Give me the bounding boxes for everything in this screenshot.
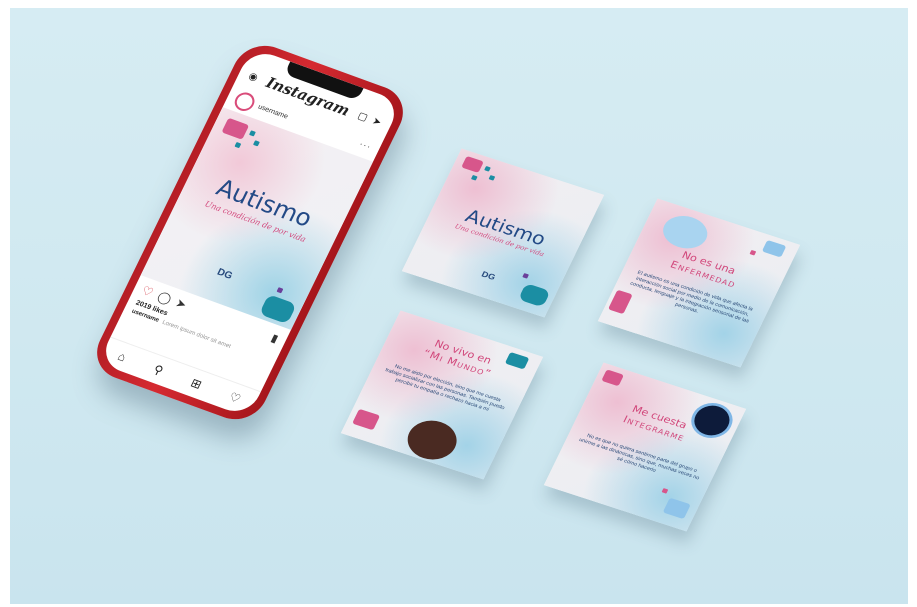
add-icon[interactable]: ⊞ xyxy=(188,376,204,392)
puzzle-piece-icon xyxy=(470,174,478,181)
igtv-icon[interactable]: ▢ xyxy=(356,110,370,123)
post-card-autismo: Autismo Una condición de por vida DG xyxy=(401,148,605,318)
puzzle-piece-icon xyxy=(661,488,669,494)
puzzle-piece-icon xyxy=(662,497,691,520)
puzzle-piece-icon xyxy=(352,408,381,431)
heart-icon[interactable]: ♡ xyxy=(139,283,155,299)
puzzle-piece-icon xyxy=(461,155,484,173)
bookmark-icon[interactable]: ▮ xyxy=(269,331,280,345)
brand-logo: DG xyxy=(480,269,497,282)
puzzle-piece-icon xyxy=(258,294,297,325)
puzzle-piece-icon xyxy=(248,130,256,137)
camera-icon[interactable]: ◉ xyxy=(247,70,260,83)
activity-icon[interactable]: ♡ xyxy=(227,390,243,406)
puzzle-piece-icon xyxy=(749,249,757,256)
puzzle-piece-icon xyxy=(517,283,551,308)
puzzle-piece-icon xyxy=(484,165,491,172)
search-icon[interactable]: ⚲ xyxy=(151,362,165,378)
more-icon[interactable]: ··· xyxy=(358,139,374,152)
character-illustration xyxy=(400,414,464,466)
home-icon[interactable]: ⌂ xyxy=(115,349,128,364)
puzzle-piece-icon xyxy=(761,239,787,258)
bottom-tab-bar: ⌂ ⚲ ⊞ ♡ xyxy=(97,336,262,418)
puzzle-piece-icon xyxy=(488,175,496,181)
avatar[interactable] xyxy=(231,89,258,114)
phone-mockup: ◉ Instagram ▢ ➤ username ··· Autismo Una… xyxy=(86,37,414,428)
puzzle-piece-icon xyxy=(234,141,242,149)
puzzle-piece-icon xyxy=(252,140,260,147)
mockup-scene: ◉ Instagram ▢ ➤ username ··· Autismo Una… xyxy=(10,8,908,604)
post-card-mi-mundo: No vivo en “Mi Mundo” No me aislo por el… xyxy=(340,310,544,480)
puzzle-piece-icon xyxy=(607,289,633,315)
post-card-enfermedad: No es una Enfermedad El autismo es una c… xyxy=(597,198,801,368)
send-icon[interactable]: ➤ xyxy=(370,115,383,128)
puzzle-piece-icon xyxy=(221,117,250,140)
puzzle-piece-icon xyxy=(522,273,529,279)
phone-screen: ◉ Instagram ▢ ➤ username ··· Autismo Una… xyxy=(97,47,403,418)
post-card-integrarme: Me cuesta Integrarme No es que no quiera… xyxy=(543,362,747,532)
brand-logo: DG xyxy=(215,266,235,282)
share-icon[interactable]: ➤ xyxy=(173,296,189,312)
puzzle-piece-icon xyxy=(601,369,624,387)
puzzle-piece-icon xyxy=(276,287,284,294)
post-username[interactable]: username xyxy=(257,103,289,120)
comment-icon[interactable]: ◯ xyxy=(155,289,174,306)
